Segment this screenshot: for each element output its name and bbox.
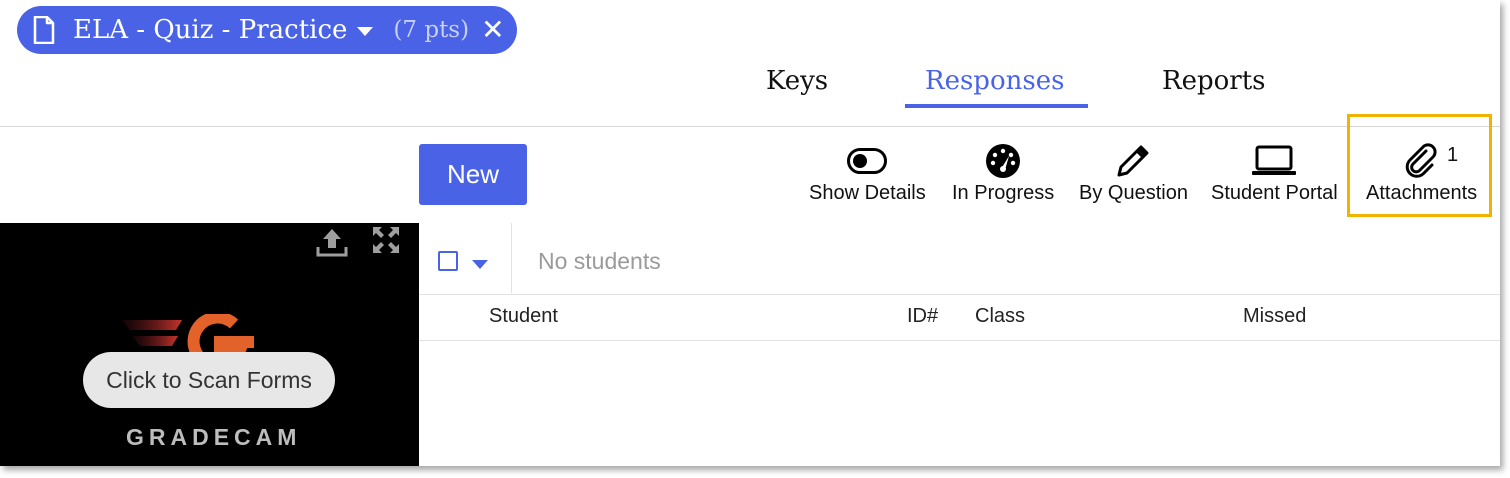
gradecam-brand: GRADECAM — [126, 424, 302, 450]
pencil-icon — [1115, 140, 1151, 182]
attachments-label: Attachments — [1366, 182, 1478, 204]
quiz-title: ELA - Quiz - Practice — [73, 15, 348, 45]
active-tab-indicator — [905, 104, 1088, 108]
chevron-down-icon[interactable] — [357, 26, 374, 36]
empty-state-text: No students — [538, 248, 661, 274]
chevron-down-icon[interactable] — [472, 260, 488, 269]
in-progress-button[interactable]: In Progress — [952, 140, 1054, 205]
tab-responses[interactable]: Responses — [925, 66, 1064, 96]
table-header-divider — [419, 340, 1500, 341]
attachments-button[interactable]: Attachments — [1366, 140, 1477, 205]
selection-divider — [511, 223, 512, 293]
student-portal-label: Student Portal — [1211, 182, 1338, 204]
toggle-icon — [847, 140, 888, 182]
upload-icon[interactable] — [316, 227, 348, 262]
attachments-count: 1 — [1447, 144, 1459, 166]
tab-keys[interactable]: Keys — [766, 66, 828, 96]
new-button[interactable]: New — [419, 144, 527, 205]
column-header-class[interactable]: Class — [975, 305, 1025, 328]
document-icon — [33, 16, 57, 44]
laptop-icon — [1251, 140, 1297, 182]
close-icon[interactable]: ✕ — [481, 16, 504, 44]
fullscreen-icon[interactable] — [372, 226, 400, 259]
header-divider — [0, 126, 1500, 127]
show-details-button[interactable]: Show Details — [809, 140, 926, 205]
gauge-icon — [985, 140, 1021, 182]
column-header-id[interactable]: ID# — [907, 305, 938, 328]
show-details-label: Show Details — [809, 182, 926, 204]
by-question-button[interactable]: By Question — [1079, 140, 1188, 205]
student-portal-button[interactable]: Student Portal — [1211, 140, 1338, 205]
in-progress-label: In Progress — [952, 182, 1055, 204]
quiz-points: (7 pts) — [393, 17, 470, 43]
app-frame: ELA - Quiz - Practice (7 pts) ✕ Keys Res… — [0, 0, 1500, 466]
scan-forms-button[interactable]: Click to Scan Forms — [83, 352, 335, 408]
quiz-selector-chip[interactable]: ELA - Quiz - Practice (7 pts) ✕ — [17, 6, 517, 54]
by-question-label: By Question — [1079, 182, 1188, 204]
select-all-checkbox[interactable] — [438, 251, 458, 271]
column-header-missed[interactable]: Missed — [1243, 305, 1306, 328]
column-header-student[interactable]: Student — [489, 305, 558, 328]
tab-reports[interactable]: Reports — [1162, 66, 1265, 96]
paperclip-icon — [1404, 140, 1440, 182]
